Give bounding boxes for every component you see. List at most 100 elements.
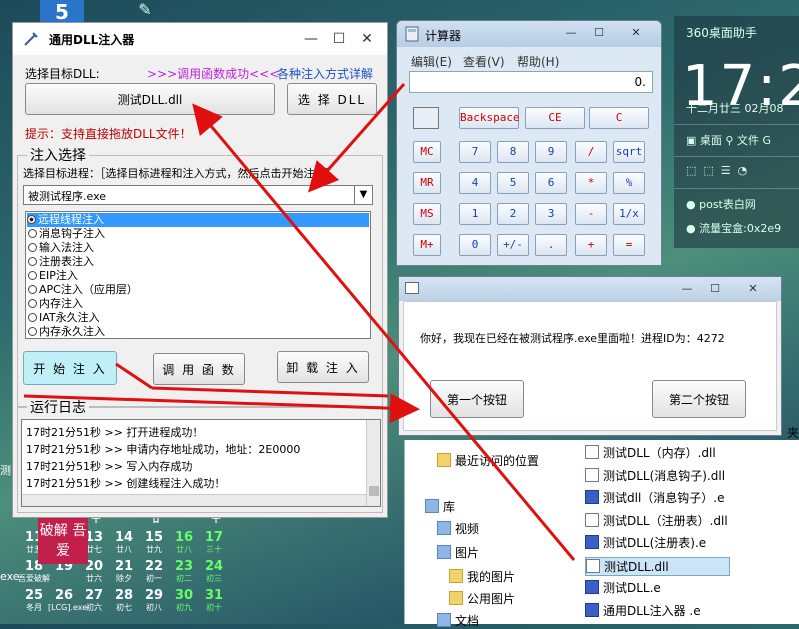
calculator-titlebar[interactable]: 计算器 — ☐ ✕ — [397, 21, 661, 47]
log-hscrollbar[interactable] — [22, 494, 366, 506]
calendar-day[interactable]: 26 [LCG].exe — [48, 588, 87, 613]
message-box-titlebar[interactable]: — ☐ ✕ — [399, 277, 781, 301]
tree-item-recent[interactable]: 最近访问的位置 — [437, 452, 539, 469]
calendar-day[interactable]: 21 除夕 — [108, 559, 140, 584]
tree-item-public-pictures[interactable]: 公用图片 — [449, 590, 515, 607]
radio-icon[interactable] — [27, 215, 36, 224]
injection-method-option[interactable]: APC注入（应用层） — [28, 283, 141, 297]
calc-key[interactable]: +/- — [497, 234, 529, 256]
injection-method-option[interactable]: 消息钩子注入 — [28, 227, 108, 241]
log-scrollbar[interactable] — [366, 420, 380, 506]
calc-key[interactable]: 1 — [459, 203, 491, 225]
radio-icon[interactable] — [28, 313, 37, 322]
calc-key[interactable]: sqrt — [613, 141, 645, 163]
menu-help[interactable]: 帮助(H) — [517, 53, 559, 70]
calc-key[interactable]: M+ — [413, 234, 441, 256]
tree-item-documents[interactable]: 文档 — [437, 612, 479, 629]
calendar-day[interactable]: 23 初二 — [168, 559, 200, 584]
maximize-button[interactable]: ☐ — [327, 29, 351, 49]
close-button[interactable]: ✕ — [615, 23, 657, 43]
widget-tools-icons[interactable]: ⬚ ⬚ ☰ ◔ — [686, 164, 747, 177]
injection-methods-link[interactable]: 各种注入方式详解 — [277, 65, 373, 82]
tree-item-pictures[interactable]: 图片 — [437, 544, 479, 561]
calendar-day[interactable]: 16 廿八 — [168, 530, 200, 555]
calendar-day[interactable]: 14 廿八 — [108, 530, 140, 555]
maximize-button[interactable]: ☐ — [703, 279, 727, 299]
widget-desktop-link[interactable]: ▣ 桌面 ⚲ 文件 G — [686, 132, 771, 148]
calc-key[interactable]: 9 — [535, 141, 567, 163]
calc-key[interactable]: % — [613, 172, 645, 194]
calc-key[interactable]: * — [575, 172, 607, 194]
calc-key[interactable]: MS — [413, 203, 441, 225]
calc-key[interactable]: 7 — [459, 141, 491, 163]
file-item[interactable]: 测试dll（消息钩子）.e — [585, 489, 724, 506]
injection-method-option[interactable]: 内存注入 — [28, 297, 86, 311]
c-button[interactable]: C — [589, 107, 649, 129]
close-button[interactable]: ✕ — [355, 29, 379, 49]
radio-icon[interactable] — [28, 285, 37, 294]
pojie-logo-icon[interactable]: 破解 吾爱 — [38, 518, 88, 564]
calc-key[interactable]: 6 — [535, 172, 567, 194]
injector-titlebar[interactable]: 通用DLL注入器 — ☐ ✕ — [13, 23, 387, 55]
injection-method-option[interactable]: IAT永久注入 — [28, 311, 103, 325]
radio-icon[interactable] — [28, 229, 37, 238]
run-log[interactable]: 17时21分51秒 >> 打开进程成功！ 17时21分51秒 >> 申请内存地址… — [21, 419, 381, 507]
calendar-day[interactable]: 27 初六 — [78, 588, 110, 613]
calendar-day[interactable]: 30 初九 — [168, 588, 200, 613]
file-item[interactable]: 通用DLL注入器 .e — [585, 602, 701, 619]
calc-key[interactable]: 1/x — [613, 203, 645, 225]
tree-item-my-pictures[interactable]: 我的图片 — [449, 568, 515, 585]
calc-key[interactable]: 3 — [535, 203, 567, 225]
injection-method-option[interactable]: EIP注入 — [28, 269, 81, 283]
dll-path-button[interactable]: 测试DLL.dll — [25, 83, 275, 115]
calendar-day[interactable]: 25 冬月 — [18, 588, 50, 613]
calc-key[interactable]: + — [575, 234, 607, 256]
file-item[interactable]: 测试DLL(消息钩子).dll — [585, 467, 725, 484]
radio-icon[interactable] — [28, 327, 37, 336]
minimize-button[interactable]: — — [559, 23, 583, 43]
ce-button[interactable]: CE — [525, 107, 585, 129]
file-item[interactable]: 测试DLL（内存）.dll — [585, 444, 716, 461]
minimize-button[interactable]: — — [299, 29, 323, 49]
chevron-down-icon[interactable]: ▼ — [354, 186, 372, 204]
injection-method-option[interactable]: 内存永久注入 — [28, 325, 108, 338]
calc-key[interactable]: - — [575, 203, 607, 225]
choose-dll-button[interactable]: 选 择 DLL — [287, 83, 377, 115]
calendar-day[interactable]: 24 初三 — [198, 559, 230, 584]
start-inject-button[interactable]: 开 始 注 入 — [23, 351, 117, 385]
taskbar-360-icon[interactable]: 5 — [40, 0, 84, 24]
second-button[interactable]: 第二个按钮 — [652, 380, 746, 418]
radio-icon[interactable] — [28, 257, 37, 266]
tree-item-libraries[interactable]: 库 — [425, 498, 455, 515]
injection-method-option[interactable]: 输入法注入 — [28, 241, 97, 255]
calc-key[interactable]: 5 — [497, 172, 529, 194]
maximize-button[interactable]: ☐ — [587, 23, 611, 43]
calc-key[interactable]: 0 — [459, 234, 491, 256]
injection-method-option[interactable]: 远程线程注入 — [27, 213, 369, 227]
calendar-day[interactable]: 17 三十 — [198, 530, 230, 555]
calendar-day[interactable]: 31 初十 — [198, 588, 230, 613]
file-item[interactable]: 测试DLL（注册表）.dll — [585, 512, 728, 529]
calendar-day[interactable]: 22 初一 — [138, 559, 170, 584]
process-select[interactable]: 被测试程序.exe ▼ — [23, 185, 373, 205]
widget-traffic-item[interactable]: ● 流量宝盒:0x2e9 — [686, 220, 781, 236]
calc-key[interactable]: MR — [413, 172, 441, 194]
injection-method-list[interactable]: 远程线程注入 消息钩子注入 输入法注入 注册表注入 EIP注入 APC注入（应用层） 内存注… — [25, 211, 371, 339]
calendar-day[interactable]: 15 廿九 — [138, 530, 170, 555]
first-button[interactable]: 第一个按钮 — [430, 380, 524, 418]
file-item[interactable]: 测试DLL.dll — [585, 556, 730, 576]
calc-key[interactable]: MC — [413, 141, 441, 163]
calendar-day[interactable]: 29 初八 — [138, 588, 170, 613]
menu-view[interactable]: 查看(V) — [463, 53, 505, 70]
minimize-button[interactable]: — — [675, 279, 699, 299]
radio-icon[interactable] — [28, 243, 37, 252]
calc-key[interactable]: 4 — [459, 172, 491, 194]
calc-key[interactable]: / — [575, 141, 607, 163]
widget-news-item[interactable]: ● post表白网 — [686, 196, 756, 212]
close-button[interactable]: ✕ — [733, 279, 773, 299]
call-function-button[interactable]: 调 用 函 数 — [153, 353, 245, 385]
radio-icon[interactable] — [28, 271, 37, 280]
calc-key[interactable]: . — [535, 234, 567, 256]
calendar-day[interactable]: 28 初七 — [108, 588, 140, 613]
backspace-button[interactable]: Backspace — [459, 107, 520, 129]
